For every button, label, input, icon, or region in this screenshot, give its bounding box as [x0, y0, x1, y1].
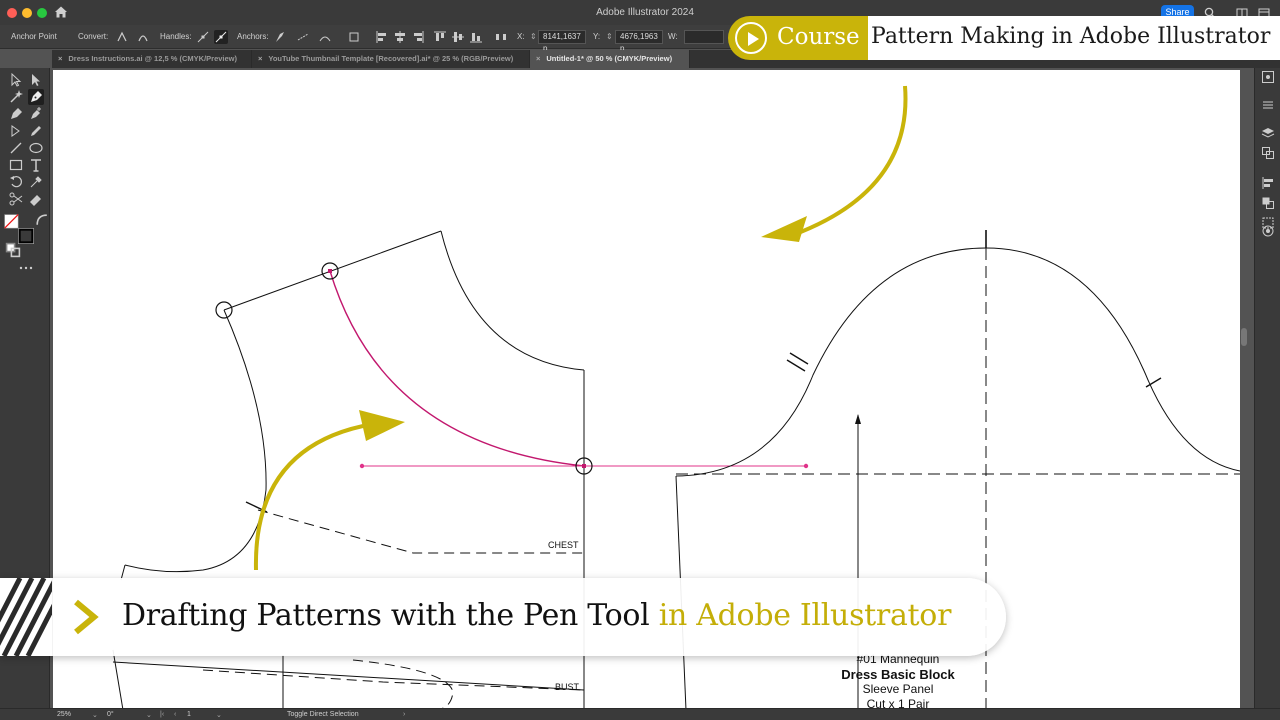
- default-colors-icon[interactable]: [5, 242, 21, 258]
- handle-left: [359, 463, 365, 469]
- properties-icon[interactable]: [1261, 70, 1275, 84]
- align-middle-icon[interactable]: [451, 30, 465, 44]
- tab-untitled-1[interactable]: × Untitled-1* @ 50 % (CMYK/Preview): [530, 50, 690, 68]
- pattern-info-line-4: Cut x 1 Pair: [866, 697, 930, 708]
- current-tool-name: Anchor Point: [11, 32, 57, 41]
- selection-tool-icon[interactable]: [8, 72, 24, 88]
- more-tools-icon[interactable]: [18, 260, 34, 270]
- magic-wand-tool-icon[interactable]: [8, 89, 24, 105]
- anchors-label: Anchors:: [237, 32, 269, 41]
- course-title: Pattern Making in Adobe Illustrator: [871, 24, 1271, 49]
- artboards-icon[interactable]: [1261, 146, 1275, 160]
- pattern-info-line-2: Dress Basic Block: [841, 667, 955, 682]
- headline-accent: in Adobe Illustrator: [658, 598, 952, 633]
- layers-icon[interactable]: [1261, 126, 1275, 140]
- handles-label: Handles:: [160, 32, 192, 41]
- y-stepper-icon[interactable]: ⇕: [606, 32, 613, 41]
- connect-anchors-icon[interactable]: [318, 30, 332, 44]
- rotate-tool-icon[interactable]: [8, 174, 24, 190]
- handle-right: [803, 463, 809, 469]
- type-tool-icon[interactable]: [28, 157, 44, 173]
- line-tool-icon[interactable]: [8, 140, 24, 156]
- anchor-point-tool-icon[interactable]: [8, 123, 24, 139]
- tab-youtube-thumbnail[interactable]: × YouTube Thumbnail Template [Recovered].…: [252, 50, 530, 68]
- convert-label: Convert:: [78, 32, 109, 41]
- convert-corner-icon[interactable]: [115, 30, 129, 44]
- headline-text: Drafting Patterns with the Pen Tool in A…: [122, 598, 951, 633]
- bust-label: BUST: [555, 682, 580, 692]
- align-left-icon[interactable]: [375, 30, 389, 44]
- pencil-tool-icon[interactable]: [28, 123, 44, 139]
- chevron-right-icon: [72, 599, 102, 635]
- close-tab-icon[interactable]: ×: [258, 54, 262, 63]
- first-artboard-icon[interactable]: |‹: [160, 711, 164, 718]
- previous-artboard-icon[interactable]: ‹: [174, 711, 176, 718]
- stripes-decoration: [0, 578, 52, 656]
- distribute-icon[interactable]: [494, 30, 508, 44]
- course-banner: Course Pattern Making in Adobe Illustrat…: [728, 16, 1280, 60]
- scissors-tool-icon[interactable]: [8, 191, 24, 207]
- course-label: Course: [777, 24, 860, 50]
- libraries-icon[interactable]: [1261, 98, 1275, 112]
- eyedropper-tool-icon[interactable]: [28, 174, 44, 190]
- shoulder-line: [223, 230, 442, 311]
- status-menu-icon[interactable]: ›: [403, 711, 405, 718]
- zoom-level[interactable]: 25%: [57, 711, 71, 718]
- x-label: X:: [517, 32, 525, 41]
- artboard-dropdown-icon[interactable]: ⌄: [216, 711, 222, 719]
- align-panel-icon[interactable]: [1261, 176, 1275, 190]
- direct-selection-tool-icon[interactable]: [28, 72, 44, 88]
- pattern-info-block: #01 Mannequin Dress Basic Block Sleeve P…: [773, 652, 1023, 708]
- close-tab-icon[interactable]: ×: [536, 54, 540, 63]
- close-tab-icon[interactable]: ×: [58, 54, 62, 63]
- right-panel-dock: [1254, 68, 1280, 708]
- align-top-icon[interactable]: [433, 30, 447, 44]
- chest-label: CHEST: [548, 540, 579, 550]
- x-stepper-icon[interactable]: ⇕: [530, 32, 537, 41]
- play-icon: [735, 22, 767, 54]
- cut-path-icon[interactable]: [296, 30, 310, 44]
- swap-colors-icon[interactable]: [34, 212, 47, 225]
- ellipse-tool-icon[interactable]: [28, 140, 44, 156]
- yellow-arrow-left: [253, 422, 374, 571]
- align-bottom-icon[interactable]: [469, 30, 483, 44]
- curvature-tool-icon[interactable]: [8, 106, 24, 122]
- rectangle-tool-icon[interactable]: [8, 157, 24, 173]
- convert-smooth-icon[interactable]: [136, 30, 150, 44]
- armhole-curve: [124, 309, 267, 573]
- y-label: Y:: [593, 32, 601, 41]
- align-to-icon[interactable]: [348, 30, 362, 44]
- align-right-icon[interactable]: [411, 30, 425, 44]
- appearance-icon[interactable]: [1261, 224, 1275, 238]
- tab-dress-instructions[interactable]: × Dress Instructions.ai @ 12,5 % (CMYK/Pr…: [52, 50, 252, 68]
- neckline-curve: [440, 230, 585, 371]
- pathfinder-icon[interactable]: [1261, 196, 1275, 210]
- x-field[interactable]: 8141,1637 p: [538, 30, 586, 53]
- vertical-scrollbar[interactable]: [1241, 328, 1247, 346]
- chest-dart: [257, 509, 584, 554]
- artboard-number[interactable]: 1: [187, 711, 191, 718]
- hide-handles-icon[interactable]: [214, 30, 228, 44]
- stroke-swatch-icon[interactable]: [18, 228, 42, 252]
- y-field[interactable]: 4676,1963 p: [615, 30, 663, 53]
- align-center-icon[interactable]: [393, 30, 407, 44]
- rotation-value[interactable]: 0°: [107, 711, 114, 718]
- sleeve-cap-curve: [675, 247, 1240, 477]
- headline-banner: Drafting Patterns with the Pen Tool in A…: [0, 578, 1010, 656]
- rotation-dropdown-icon[interactable]: ⌄: [146, 711, 152, 719]
- yellow-arrow-top: [792, 85, 908, 237]
- eraser-tool-icon[interactable]: [28, 191, 44, 207]
- add-anchor-tool-icon[interactable]: [28, 106, 44, 122]
- show-handles-icon[interactable]: [196, 30, 210, 44]
- zoom-dropdown-icon[interactable]: ⌄: [92, 711, 98, 719]
- remove-anchor-icon[interactable]: [274, 30, 288, 44]
- status-bar: 25% ⌄ 0° ⌄ |‹ ‹ 1 ⌄ Toggle Direct Select…: [0, 708, 1280, 720]
- headline-main: Drafting Patterns with the Pen Tool: [122, 598, 650, 633]
- w-field[interactable]: [684, 30, 724, 44]
- w-label: W:: [668, 32, 678, 41]
- anchor-selected: [582, 464, 586, 468]
- pattern-info-line-3: Sleeve Panel: [862, 682, 934, 696]
- pen-tool-icon[interactable]: [28, 89, 44, 105]
- status-hint: Toggle Direct Selection: [287, 711, 359, 718]
